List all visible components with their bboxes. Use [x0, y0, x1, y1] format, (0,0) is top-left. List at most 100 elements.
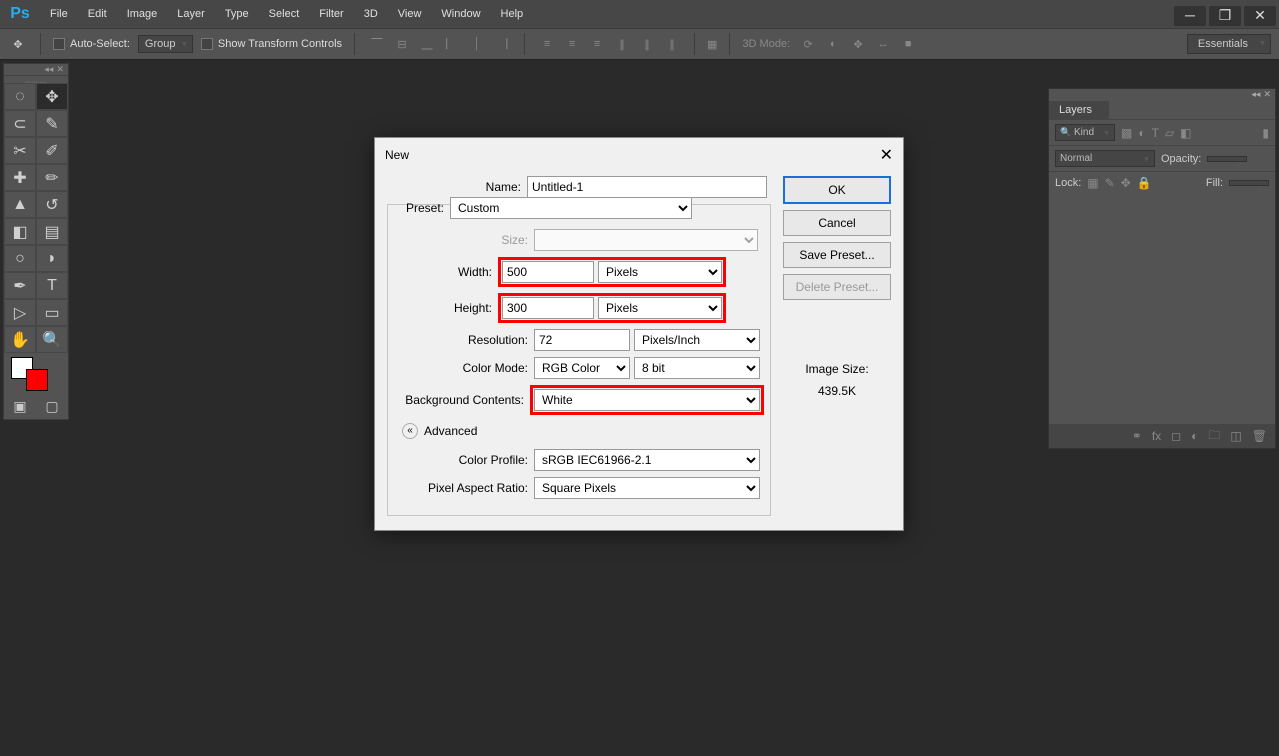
filter-kind-dropdown[interactable]: 🔍 Kind — [1055, 124, 1115, 141]
distribute-left-icon[interactable]: ∥ — [612, 34, 632, 54]
lock-trans-icon[interactable]: ▦ — [1087, 176, 1098, 190]
opacity-field[interactable] — [1207, 156, 1247, 162]
quick-select-tool[interactable]: ✎ — [36, 110, 68, 137]
slide-icon[interactable]: ↔ — [873, 34, 893, 54]
standard-mode-icon[interactable]: ▣ — [4, 393, 36, 419]
mask-icon[interactable]: ◻ — [1171, 429, 1181, 443]
fx-icon[interactable]: fx — [1152, 429, 1161, 443]
color-mode-dropdown[interactable]: RGB Color — [534, 357, 630, 379]
window-restore-button[interactable]: ❐ — [1209, 6, 1241, 26]
window-minimize-button[interactable]: ─ — [1174, 6, 1206, 26]
align-bottom-icon[interactable]: ⎽ — [417, 34, 437, 54]
align-hcenter-icon[interactable]: │ — [467, 34, 487, 54]
blur-tool[interactable]: ○ — [4, 245, 36, 272]
zoom-3d-icon[interactable]: ■ — [898, 34, 918, 54]
auto-align-icon[interactable]: ▦ — [707, 38, 717, 51]
distribute-right-icon[interactable]: ∥ — [662, 34, 682, 54]
close-panel-icon[interactable]: ✕ — [1263, 89, 1271, 101]
orbit-icon[interactable]: ⟳ — [798, 34, 818, 54]
menu-view[interactable]: View — [388, 8, 432, 20]
color-profile-dropdown[interactable]: sRGB IEC61966-2.1 — [534, 449, 760, 471]
close-panel-icon[interactable]: ✕ — [56, 64, 64, 75]
menu-help[interactable]: Help — [491, 8, 534, 20]
width-unit-dropdown[interactable]: Pixels — [598, 261, 722, 283]
link-icon[interactable]: ⚭ — [1132, 429, 1142, 443]
align-top-icon[interactable]: ⎺ — [367, 34, 387, 54]
name-input[interactable] — [527, 176, 767, 198]
cancel-button[interactable]: Cancel — [783, 210, 891, 236]
roll-icon[interactable]: ◐ — [823, 34, 843, 54]
lock-all-icon[interactable]: 🔒 — [1137, 176, 1152, 190]
new-layer-icon[interactable]: ◫ — [1230, 429, 1241, 443]
adjust-filter-icon[interactable]: ◐ — [1138, 126, 1145, 140]
window-close-button[interactable]: ✕ — [1244, 6, 1276, 26]
pan-icon[interactable]: ✥ — [848, 34, 868, 54]
lock-pos-icon[interactable]: ✥ — [1121, 176, 1131, 190]
menu-type[interactable]: Type — [215, 8, 259, 20]
pen-tool[interactable]: ✒ — [4, 272, 36, 299]
color-swatches[interactable] — [4, 353, 68, 393]
distribute-bottom-icon[interactable]: ≡ — [587, 34, 607, 54]
distribute-top-icon[interactable]: ≡ — [537, 34, 557, 54]
adjustment-icon[interactable]: ◐ — [1191, 429, 1198, 443]
bit-depth-dropdown[interactable]: 8 bit — [634, 357, 760, 379]
gradient-tool[interactable]: ▤ — [36, 218, 68, 245]
stamp-tool[interactable]: ▲ — [4, 191, 36, 218]
hand-tool[interactable]: ✋ — [4, 326, 36, 353]
marquee-tool[interactable]: ◌ — [4, 83, 36, 110]
screen-mode-icon[interactable]: ▢ — [36, 393, 68, 419]
align-right-icon[interactable]: ⎹ — [492, 34, 512, 54]
filter-toggle-icon[interactable]: ▮ — [1262, 126, 1269, 140]
advanced-toggle[interactable]: « — [402, 423, 418, 439]
menu-filter[interactable]: Filter — [309, 8, 353, 20]
menu-edit[interactable]: Edit — [78, 8, 117, 20]
lock-paint-icon[interactable]: ✎ — [1105, 176, 1115, 190]
eyedropper-tool[interactable]: ✐ — [36, 137, 68, 164]
group-icon[interactable]: 🗀 — [1208, 426, 1220, 447]
healing-tool[interactable]: ✚ — [4, 164, 36, 191]
auto-select-checkbox[interactable]: Auto-Select: — [53, 38, 130, 50]
width-input[interactable] — [502, 261, 594, 283]
shape-filter-icon[interactable]: ▱ — [1165, 126, 1174, 140]
pixel-filter-icon[interactable]: ▩ — [1121, 126, 1132, 140]
close-dialog-button[interactable]: ✕ — [880, 145, 893, 165]
brush-tool[interactable]: ✏ — [36, 164, 68, 191]
menu-select[interactable]: Select — [259, 8, 310, 20]
smart-filter-icon[interactable]: ◧ — [1180, 126, 1191, 140]
path-select-tool[interactable]: ▷ — [4, 299, 36, 326]
height-unit-dropdown[interactable]: Pixels — [598, 297, 722, 319]
zoom-tool[interactable]: 🔍 — [36, 326, 68, 353]
show-transform-checkbox[interactable]: Show Transform Controls — [201, 38, 342, 50]
height-input[interactable] — [502, 297, 594, 319]
resolution-input[interactable] — [534, 329, 630, 351]
collapse-icon[interactable]: ◂◂ — [1251, 89, 1260, 101]
pixel-aspect-dropdown[interactable]: Square Pixels — [534, 477, 760, 499]
move-tool[interactable]: ✥ — [36, 83, 68, 110]
fill-field[interactable] — [1229, 180, 1269, 186]
collapse-icon[interactable]: ◂◂ — [44, 64, 53, 75]
menu-layer[interactable]: Layer — [167, 8, 215, 20]
type-filter-icon[interactable]: T — [1152, 126, 1159, 140]
blend-mode-dropdown[interactable]: Normal — [1055, 150, 1155, 167]
background-swatch[interactable] — [26, 369, 48, 391]
distribute-hcenter-icon[interactable]: ∥ — [637, 34, 657, 54]
crop-tool[interactable]: ✂ — [4, 137, 36, 164]
menu-image[interactable]: Image — [117, 8, 168, 20]
history-brush-tool[interactable]: ↺ — [36, 191, 68, 218]
layers-tab[interactable]: Layers — [1049, 101, 1109, 119]
trash-icon[interactable]: 🗑 — [1252, 429, 1267, 443]
align-left-icon[interactable]: ⎸ — [442, 34, 462, 54]
dodge-tool[interactable]: ◗ — [36, 245, 68, 272]
lasso-tool[interactable]: ⊂ — [4, 110, 36, 137]
workspace-dropdown[interactable]: Essentials — [1187, 34, 1271, 54]
menu-file[interactable]: File — [40, 8, 78, 20]
menu-3d[interactable]: 3D — [354, 8, 388, 20]
auto-select-target-dropdown[interactable]: Group — [138, 35, 193, 53]
preset-dropdown[interactable]: Custom — [450, 197, 692, 219]
align-vcenter-icon[interactable]: ⊟ — [392, 34, 412, 54]
bg-contents-dropdown[interactable]: White — [534, 389, 760, 411]
shape-tool[interactable]: ▭ — [36, 299, 68, 326]
eraser-tool[interactable]: ◧ — [4, 218, 36, 245]
distribute-vcenter-icon[interactable]: ≡ — [562, 34, 582, 54]
save-preset-button[interactable]: Save Preset... — [783, 242, 891, 268]
